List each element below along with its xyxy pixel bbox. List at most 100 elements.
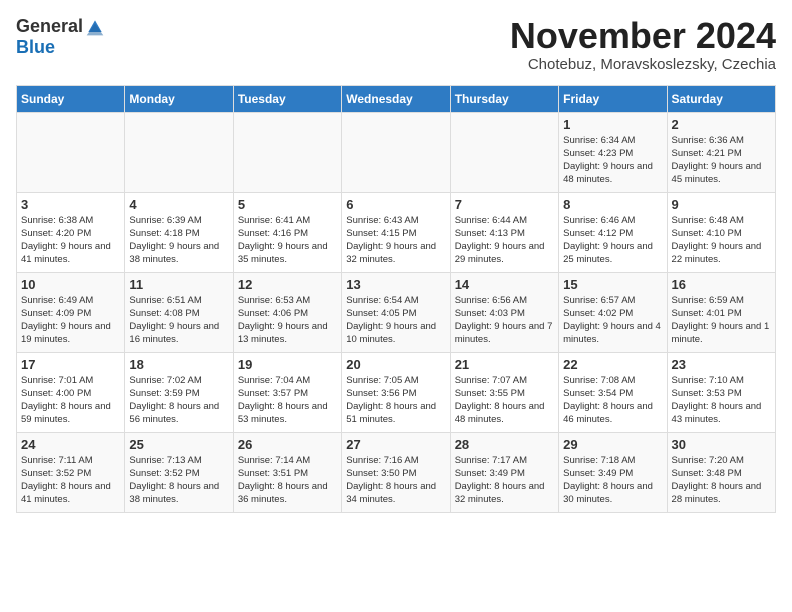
header-row: SundayMondayTuesdayWednesdayThursdayFrid…: [17, 85, 776, 112]
day-info: Sunrise: 7:10 AM Sunset: 3:53 PM Dayligh…: [672, 374, 771, 427]
day-number: 3: [21, 197, 120, 212]
calendar-week-2: 3Sunrise: 6:38 AM Sunset: 4:20 PM Daylig…: [17, 192, 776, 272]
day-number: 1: [563, 117, 662, 132]
calendar-cell: 23Sunrise: 7:10 AM Sunset: 3:53 PM Dayli…: [667, 352, 775, 432]
calendar-cell: 8 Sunrise: 6:46 AM Sunset: 4:12 PM Daylig…: [559, 192, 667, 272]
day-info: Sunrise: 7:01 AM Sunset: 4:00 PM Dayligh…: [21, 374, 120, 427]
day-number: 24: [21, 437, 120, 452]
calendar-cell: 26Sunrise: 7:14 AM Sunset: 3:51 PM Dayli…: [233, 432, 341, 512]
day-number: 9: [672, 197, 771, 212]
calendar-cell: 20 Sunrise: 7:05 AM Sunset: 3:56 PM Dayli…: [342, 352, 450, 432]
calendar-week-3: 10Sunrise: 6:49 AM Sunset: 4:09 PM Dayli…: [17, 272, 776, 352]
day-number: 27: [346, 437, 445, 452]
calendar-cell: 5 Sunrise: 6:41 AM Sunset: 4:16 PM Daylig…: [233, 192, 341, 272]
calendar-cell: 4 Sunrise: 6:39 AM Sunset: 4:18 PM Daylig…: [125, 192, 233, 272]
calendar-cell: 15 Sunrise: 6:57 AM Sunset: 4:02 PM Dayli…: [559, 272, 667, 352]
calendar-cell: [450, 112, 558, 192]
calendar-cell: 21 Sunrise: 7:07 AM Sunset: 3:55 PM Dayli…: [450, 352, 558, 432]
day-number: 13: [346, 277, 445, 292]
calendar-cell: 13 Sunrise: 6:54 AM Sunset: 4:05 PM Dayli…: [342, 272, 450, 352]
calendar-week-1: 1 Sunrise: 6:34 AM Sunset: 4:23 PM Daylig…: [17, 112, 776, 192]
calendar-cell: 7 Sunrise: 6:44 AM Sunset: 4:13 PM Daylig…: [450, 192, 558, 272]
day-number: 5: [238, 197, 337, 212]
day-header-thursday: Thursday: [450, 85, 558, 112]
day-info: Sunrise: 7:13 AM Sunset: 3:52 PM Dayligh…: [129, 454, 228, 507]
calendar-cell: 17 Sunrise: 7:01 AM Sunset: 4:00 PM Dayli…: [17, 352, 125, 432]
day-number: 29: [563, 437, 662, 452]
day-number: 8: [563, 197, 662, 212]
day-info: Sunrise: 7:07 AM Sunset: 3:55 PM Dayligh…: [455, 374, 554, 427]
day-number: 28: [455, 437, 554, 452]
day-info: Sunrise: 6:34 AM Sunset: 4:23 PM Dayligh…: [563, 134, 662, 187]
day-number: 25: [129, 437, 228, 452]
day-header-wednesday: Wednesday: [342, 85, 450, 112]
day-info: Sunrise: 6:59 AM Sunset: 4:01 PM Dayligh…: [672, 294, 771, 347]
day-header-sunday: Sunday: [17, 85, 125, 112]
day-number: 7: [455, 197, 554, 212]
day-info: Sunrise: 6:51 AM Sunset: 4:08 PM Dayligh…: [129, 294, 228, 347]
calendar-cell: [342, 112, 450, 192]
day-number: 20: [346, 357, 445, 372]
calendar-header: SundayMondayTuesdayWednesdayThursdayFrid…: [17, 85, 776, 112]
calendar-cell: [125, 112, 233, 192]
day-info: Sunrise: 7:05 AM Sunset: 3:56 PM Dayligh…: [346, 374, 445, 427]
calendar-cell: 1 Sunrise: 6:34 AM Sunset: 4:23 PM Daylig…: [559, 112, 667, 192]
day-number: 4: [129, 197, 228, 212]
day-number: 16: [672, 277, 771, 292]
calendar-cell: 16 Sunrise: 6:59 AM Sunset: 4:01 PM Dayli…: [667, 272, 775, 352]
calendar-cell: 19 Sunrise: 7:04 AM Sunset: 3:57 PM Dayli…: [233, 352, 341, 432]
day-number: 19: [238, 357, 337, 372]
day-number: 15: [563, 277, 662, 292]
calendar-cell: 30 Sunrise: 7:20 AM Sunset: 3:48 PM Dayli…: [667, 432, 775, 512]
calendar-cell: 12 Sunrise: 6:53 AM Sunset: 4:06 PM Dayli…: [233, 272, 341, 352]
calendar-cell: 29 Sunrise: 7:18 AM Sunset: 3:49 PM Dayli…: [559, 432, 667, 512]
day-info: Sunrise: 6:48 AM Sunset: 4:10 PM Dayligh…: [672, 214, 771, 267]
location-subtitle: Chotebuz, Moravskoslezsky, Czechia: [510, 56, 776, 73]
title-block: November 2024 Chotebuz, Moravskoslezsky,…: [510, 16, 776, 73]
day-info: Sunrise: 6:39 AM Sunset: 4:18 PM Dayligh…: [129, 214, 228, 267]
calendar-cell: 2Sunrise: 6:36 AM Sunset: 4:21 PM Daylig…: [667, 112, 775, 192]
day-info: Sunrise: 7:02 AM Sunset: 3:59 PM Dayligh…: [129, 374, 228, 427]
calendar-cell: 10Sunrise: 6:49 AM Sunset: 4:09 PM Dayli…: [17, 272, 125, 352]
day-info: Sunrise: 6:54 AM Sunset: 4:05 PM Dayligh…: [346, 294, 445, 347]
logo: General Blue: [16, 16, 105, 58]
day-header-monday: Monday: [125, 85, 233, 112]
calendar-cell: 11 Sunrise: 6:51 AM Sunset: 4:08 PM Dayli…: [125, 272, 233, 352]
day-info: Sunrise: 7:16 AM Sunset: 3:50 PM Dayligh…: [346, 454, 445, 507]
day-info: Sunrise: 6:43 AM Sunset: 4:15 PM Dayligh…: [346, 214, 445, 267]
calendar-body: 1 Sunrise: 6:34 AM Sunset: 4:23 PM Daylig…: [17, 112, 776, 512]
day-number: 26: [238, 437, 337, 452]
logo-blue-text: Blue: [16, 37, 55, 58]
day-number: 12: [238, 277, 337, 292]
logo-general-text: General: [16, 16, 83, 37]
day-info: Sunrise: 7:04 AM Sunset: 3:57 PM Dayligh…: [238, 374, 337, 427]
day-number: 11: [129, 277, 228, 292]
day-info: Sunrise: 7:18 AM Sunset: 3:49 PM Dayligh…: [563, 454, 662, 507]
day-info: Sunrise: 6:57 AM Sunset: 4:02 PM Dayligh…: [563, 294, 662, 347]
day-info: Sunrise: 6:53 AM Sunset: 4:06 PM Dayligh…: [238, 294, 337, 347]
calendar-cell: 22Sunrise: 7:08 AM Sunset: 3:54 PM Dayli…: [559, 352, 667, 432]
day-info: Sunrise: 6:46 AM Sunset: 4:12 PM Dayligh…: [563, 214, 662, 267]
day-number: 21: [455, 357, 554, 372]
day-info: Sunrise: 7:11 AM Sunset: 3:52 PM Dayligh…: [21, 454, 120, 507]
calendar-cell: [233, 112, 341, 192]
day-number: 30: [672, 437, 771, 452]
day-info: Sunrise: 6:49 AM Sunset: 4:09 PM Dayligh…: [21, 294, 120, 347]
day-number: 14: [455, 277, 554, 292]
calendar-cell: 18 Sunrise: 7:02 AM Sunset: 3:59 PM Dayli…: [125, 352, 233, 432]
calendar-week-5: 24 Sunrise: 7:11 AM Sunset: 3:52 PM Dayli…: [17, 432, 776, 512]
day-info: Sunrise: 7:20 AM Sunset: 3:48 PM Dayligh…: [672, 454, 771, 507]
day-info: Sunrise: 6:44 AM Sunset: 4:13 PM Dayligh…: [455, 214, 554, 267]
calendar-cell: [17, 112, 125, 192]
month-title: November 2024: [510, 16, 776, 56]
day-number: 6: [346, 197, 445, 212]
day-number: 18: [129, 357, 228, 372]
day-info: Sunrise: 7:08 AM Sunset: 3:54 PM Dayligh…: [563, 374, 662, 427]
calendar-cell: 27 Sunrise: 7:16 AM Sunset: 3:50 PM Dayli…: [342, 432, 450, 512]
day-info: Sunrise: 6:41 AM Sunset: 4:16 PM Dayligh…: [238, 214, 337, 267]
day-info: Sunrise: 7:17 AM Sunset: 3:49 PM Dayligh…: [455, 454, 554, 507]
calendar-week-4: 17 Sunrise: 7:01 AM Sunset: 4:00 PM Dayli…: [17, 352, 776, 432]
day-number: 2: [672, 117, 771, 132]
logo-icon: [85, 17, 105, 37]
day-number: 17: [21, 357, 120, 372]
